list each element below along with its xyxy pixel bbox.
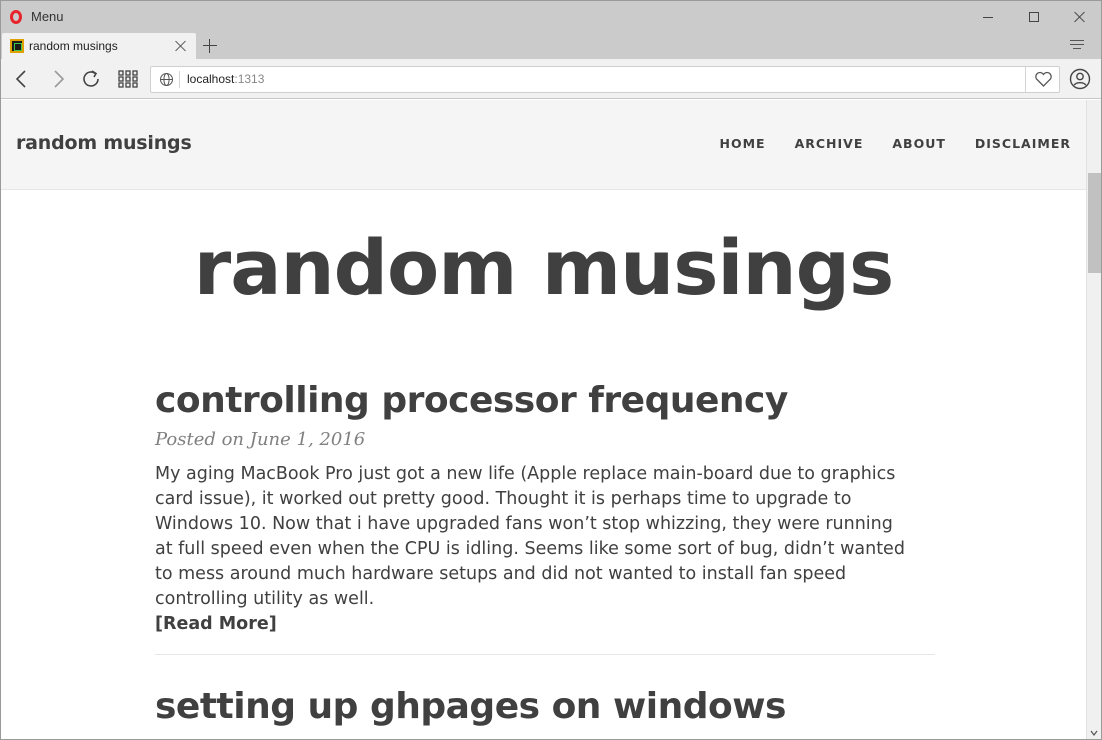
site-brand-link[interactable]: random musings	[16, 132, 192, 154]
menu-button[interactable]: Menu	[31, 9, 64, 24]
back-button[interactable]	[9, 67, 35, 91]
profile-icon	[1069, 68, 1091, 90]
active-tab[interactable]: random musings	[2, 33, 196, 59]
url-separator	[179, 71, 180, 88]
post-meta: Posted on June 1, 2016	[155, 429, 366, 451]
post-divider	[155, 654, 935, 655]
nav-archive-link[interactable]: ARCHIVE	[795, 136, 864, 151]
profile-button[interactable]	[1069, 68, 1091, 90]
post-title-link[interactable]: setting up ghpages on windows	[155, 686, 935, 727]
post-preview: setting up ghpages on windows	[155, 686, 935, 727]
opera-logo-icon[interactable]	[10, 10, 22, 24]
post-excerpt: My aging MacBook Pro just got a new life…	[155, 462, 915, 637]
reload-icon	[83, 70, 99, 87]
speed-dial-icon	[118, 70, 138, 88]
nav-home-link[interactable]: HOME	[719, 136, 765, 151]
heart-icon	[1035, 71, 1052, 87]
hero-title: random musings	[193, 223, 894, 312]
post-excerpt-text: My aging MacBook Pro just got a new life…	[155, 464, 905, 610]
scrollbar-thumb[interactable]	[1088, 173, 1101, 273]
tab-title: random musings	[29, 39, 118, 53]
nav-about-link[interactable]: ABOUT	[892, 136, 946, 151]
minimize-button[interactable]	[965, 1, 1011, 33]
site-nav-links: HOME ARCHIVE ABOUT DISCLAIMER	[719, 136, 1071, 151]
forward-icon	[54, 70, 65, 88]
back-icon	[15, 70, 26, 88]
url-host: localhost	[187, 72, 235, 86]
title-bar: Menu	[1, 1, 1101, 33]
nav-disclaimer-link[interactable]: DISCLAIMER	[975, 136, 1071, 151]
tab-menu-icon[interactable]	[1070, 39, 1086, 53]
tab-bar: random musings	[1, 33, 1101, 59]
window-close-button[interactable]	[1057, 1, 1101, 33]
url-input[interactable]: localhost:1313	[150, 66, 1060, 93]
forward-button[interactable]	[45, 67, 71, 91]
post-title-link[interactable]: controlling processor frequency	[155, 380, 935, 421]
post-preview: controlling processor frequency Posted o…	[155, 380, 935, 637]
read-more-link[interactable]: [Read More]	[155, 612, 915, 637]
url-text: localhost:1313	[187, 72, 264, 86]
url-port: :1313	[234, 72, 265, 86]
browser-window: Menu random musings localhost:1313 rando…	[0, 0, 1102, 740]
maximize-button[interactable]	[1011, 1, 1057, 33]
minimize-icon	[983, 16, 993, 18]
globe-icon	[160, 73, 173, 86]
close-icon	[1074, 11, 1086, 23]
scroll-down-arrow-icon[interactable]	[1090, 729, 1098, 737]
tab-close-icon[interactable]	[174, 39, 188, 53]
bookmark-button[interactable]	[1025, 67, 1060, 92]
site-navbar: random musings HOME ARCHIVE ABOUT DISCLA…	[1, 100, 1086, 190]
address-bar: localhost:1313	[1, 59, 1101, 99]
favicon-icon	[10, 39, 24, 53]
maximize-icon	[1029, 12, 1039, 22]
new-tab-plus-icon[interactable]	[201, 37, 219, 55]
reload-button[interactable]	[79, 67, 105, 91]
page-scrollbar[interactable]	[1086, 100, 1101, 739]
page-viewport: random musings HOME ARCHIVE ABOUT DISCLA…	[1, 100, 1086, 739]
speed-dial-button[interactable]	[115, 67, 141, 91]
